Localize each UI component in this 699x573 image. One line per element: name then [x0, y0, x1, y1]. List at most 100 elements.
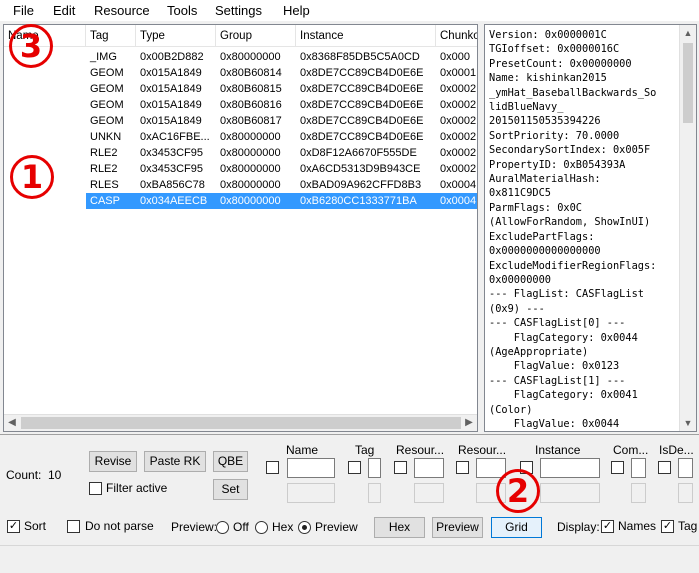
resource-list[interactable]: Name Tag Type Group Instance Chunko _IMG…: [3, 24, 478, 432]
preview-button[interactable]: Preview: [432, 517, 483, 538]
cell-chunk: 0x0002: [440, 163, 477, 175]
col-header-group[interactable]: Group: [216, 25, 296, 47]
table-row[interactable]: GEOM 0x015A1849 0x80B60816 0x8DE7CC89CB4D0E…: [4, 97, 477, 113]
grid-button[interactable]: Grid: [491, 517, 542, 538]
cell-instance: 0xB6280CC1333771BA: [300, 195, 417, 207]
table-row[interactable]: GEOM 0x015A1849 0x80B60814 0x8DE7CC89CB4D0E…: [4, 65, 477, 81]
info-line: TGIoffset: 0x0000016C: [489, 43, 620, 56]
cell-type: 0x015A1849: [140, 67, 202, 79]
cell-group: 0x80B60814: [220, 67, 282, 79]
filter-compressed-input[interactable]: [631, 458, 646, 478]
cell-group: 0x80B60816: [220, 99, 282, 111]
set-button[interactable]: Set: [213, 479, 248, 500]
annotation-1: 1: [10, 155, 54, 199]
resource-info-pane: Version: 0x0000001C TGIoffset: 0x0000016C…: [484, 24, 697, 432]
info-line: SecondarySortIndex: 0x005F: [489, 144, 651, 157]
display-names-label: Names: [618, 519, 657, 533]
info-line: Name: kishinkan2015: [489, 72, 607, 85]
cell-chunk: 0x0004: [440, 195, 477, 207]
preview-preview-radio[interactable]: [298, 521, 311, 534]
filter-tag-checkbox[interactable]: [348, 461, 361, 474]
filter-resource-group-checkbox[interactable]: [456, 461, 469, 474]
scroll-right-icon[interactable]: ▶: [462, 416, 476, 430]
cell-instance: 0x8DE7CC89CB4D0E6E: [300, 83, 424, 95]
table-row[interactable]: GEOM 0x015A1849 0x80B60815 0x8DE7CC89CB4D0E…: [4, 81, 477, 97]
col-header-instance[interactable]: Instance: [296, 25, 436, 47]
hex-button[interactable]: Hex: [374, 517, 425, 538]
info-line: (0x9) ---: [489, 302, 545, 315]
filter-tag-input[interactable]: [368, 458, 381, 478]
qbe-button[interactable]: QBE: [213, 451, 248, 472]
info-line: SortPriority: 70.0000: [489, 129, 620, 142]
display-tags-checkbox[interactable]: ✓: [661, 520, 674, 533]
table-row[interactable]: RLE2 0x3453CF95 0x80000000 0xA6CD5313D9B943…: [4, 161, 477, 177]
cell-chunk: 0x0002: [440, 99, 477, 111]
cell-tag: GEOM: [90, 67, 124, 79]
cell-name: [4, 81, 86, 97]
cell-chunk: 0x0002: [440, 83, 477, 95]
display-names-checkbox[interactable]: ✓: [601, 520, 614, 533]
filter-compressed-checkbox[interactable]: [611, 461, 624, 474]
paste-rk-button[interactable]: Paste RK: [144, 451, 206, 472]
col-header-chunk[interactable]: Chunko: [436, 25, 477, 47]
scroll-up-icon[interactable]: ▲: [681, 26, 695, 40]
table-row[interactable]: _IMG 0x00B2D882 0x80000000 0x8368F85DB5C5A0…: [4, 49, 477, 65]
scroll-left-icon[interactable]: ◀: [5, 416, 19, 430]
cell-instance: 0xA6CD5313D9B943CE: [300, 163, 421, 175]
filter-name-checkbox[interactable]: [266, 461, 279, 474]
cell-group: 0x80000000: [220, 51, 281, 63]
table-row[interactable]: RLE2 0x3453CF95 0x80000000 0xD8F12A6670F555…: [4, 145, 477, 161]
cell-group: 0x80B60817: [220, 115, 282, 127]
info-line: --- FlagList: CASFlagList: [489, 288, 644, 301]
cell-tag: RLE2: [90, 163, 118, 175]
col-header-tag[interactable]: Tag: [86, 25, 136, 47]
horizontal-scrollbar[interactable]: ◀ ▶: [4, 414, 477, 431]
menu-edit[interactable]: Edit: [53, 3, 75, 18]
cell-group: 0x80000000: [220, 195, 281, 207]
info-line: Version: 0x0000001C: [489, 29, 607, 41]
table-row[interactable]: RLES 0xBA856C78 0x80000000 0xBAD09A962CFFD8…: [4, 177, 477, 193]
preview-off-label: Off: [233, 520, 249, 534]
menu-file[interactable]: File: [13, 3, 34, 18]
cell-instance: 0x8368F85DB5C5A0CD: [300, 51, 420, 63]
info-line: --- CASFlagList[0] ---: [489, 317, 626, 330]
menu-help[interactable]: Help: [283, 3, 310, 18]
info-line: FlagCategory: 0x0044: [489, 331, 638, 344]
menu-tools[interactable]: Tools: [167, 3, 197, 18]
preview-off-radio[interactable]: [216, 521, 229, 534]
table-row[interactable]: UNKN 0xAC16FBE... 0x80000000 0x8DE7CC89CB4D…: [4, 129, 477, 145]
col-header-type[interactable]: Type: [136, 25, 216, 47]
filter-instance-input[interactable]: [540, 458, 600, 478]
do-not-parse-checkbox[interactable]: [67, 520, 80, 533]
filter-compressed-label: Com...: [613, 443, 649, 457]
scroll-thumb[interactable]: [21, 417, 461, 429]
sort-checkbox[interactable]: ✓: [7, 520, 20, 533]
filter-isdeleted-input-2: [678, 483, 693, 503]
table-row[interactable]: CASP 0x034AEECB 0x80000000 0xB6280CC1333771…: [4, 193, 477, 209]
filter-resource-type-input[interactable]: [414, 458, 444, 478]
menu-resource[interactable]: Resource: [94, 3, 150, 18]
filter-resource-type-checkbox[interactable]: [394, 461, 407, 474]
scroll-down-icon[interactable]: ▼: [681, 416, 695, 430]
filter-instance-label: Instance: [535, 443, 581, 457]
filter-name-input[interactable]: [287, 458, 335, 478]
preview-hex-radio[interactable]: [255, 521, 268, 534]
filter-isdeleted-input[interactable]: [678, 458, 693, 478]
filter-active-checkbox[interactable]: [89, 482, 102, 495]
vertical-scrollbar[interactable]: ▲ ▼: [679, 25, 696, 431]
filter-resource-group-label: Resour...: [458, 443, 507, 457]
filter-tag-input-2: [368, 483, 381, 503]
scroll-thumb[interactable]: [683, 43, 693, 123]
cell-group: 0x80000000: [220, 147, 281, 159]
cell-chunk: 0x0002: [440, 147, 477, 159]
menu-settings[interactable]: Settings: [215, 3, 262, 18]
cell-name: [4, 129, 86, 145]
cell-name: [4, 113, 86, 129]
table-row[interactable]: GEOM 0x015A1849 0x80B60817 0x8DE7CC89CB4D0E…: [4, 113, 477, 129]
pane-splitter[interactable]: [0, 434, 699, 438]
filter-instance-input-2: [540, 483, 600, 503]
cell-instance: 0x8DE7CC89CB4D0E6E: [300, 67, 424, 79]
info-line: ExcludeModifierRegionFlags:: [489, 259, 657, 272]
revise-button[interactable]: Revise: [89, 451, 137, 472]
filter-isdeleted-checkbox[interactable]: [658, 461, 671, 474]
